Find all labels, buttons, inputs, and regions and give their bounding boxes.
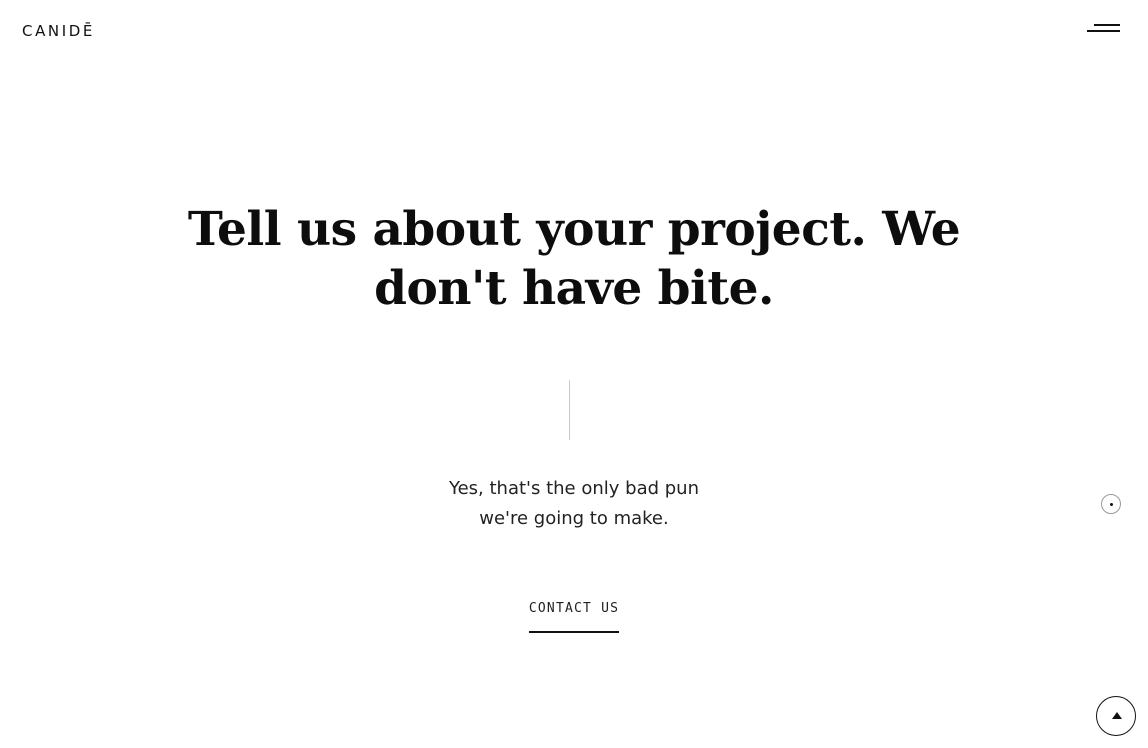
page: CANIDĒ Tell us about your project. We do…	[0, 0, 1148, 748]
page-headline: Tell us about your project. We don't hav…	[174, 200, 974, 318]
arrow-up-icon	[1112, 712, 1122, 719]
subtext-line-2: we're going to make.	[479, 508, 669, 529]
hamburger-menu-icon-top-line	[1094, 24, 1120, 26]
dot-indicator-icon	[1101, 494, 1121, 514]
contact-us-link[interactable]: CONTACT US	[474, 598, 674, 633]
subtext: Yes, that's the only bad pun we're going…	[374, 474, 774, 534]
headline-line-2: don't have bite.	[374, 261, 774, 316]
brand-logo[interactable]: CANIDĒ	[22, 21, 95, 41]
scroll-to-top-button[interactable]	[1096, 696, 1136, 736]
vertical-divider	[569, 380, 570, 440]
contact-us-label: CONTACT US	[528, 598, 620, 633]
hamburger-menu-icon-bottom-line	[1087, 30, 1120, 32]
subtext-line-1: Yes, that's the only bad pun	[448, 478, 699, 499]
menu-button[interactable]	[1080, 16, 1126, 46]
indicator-dot	[1110, 503, 1113, 506]
headline-line-1: Tell us about your project. We	[187, 202, 961, 257]
